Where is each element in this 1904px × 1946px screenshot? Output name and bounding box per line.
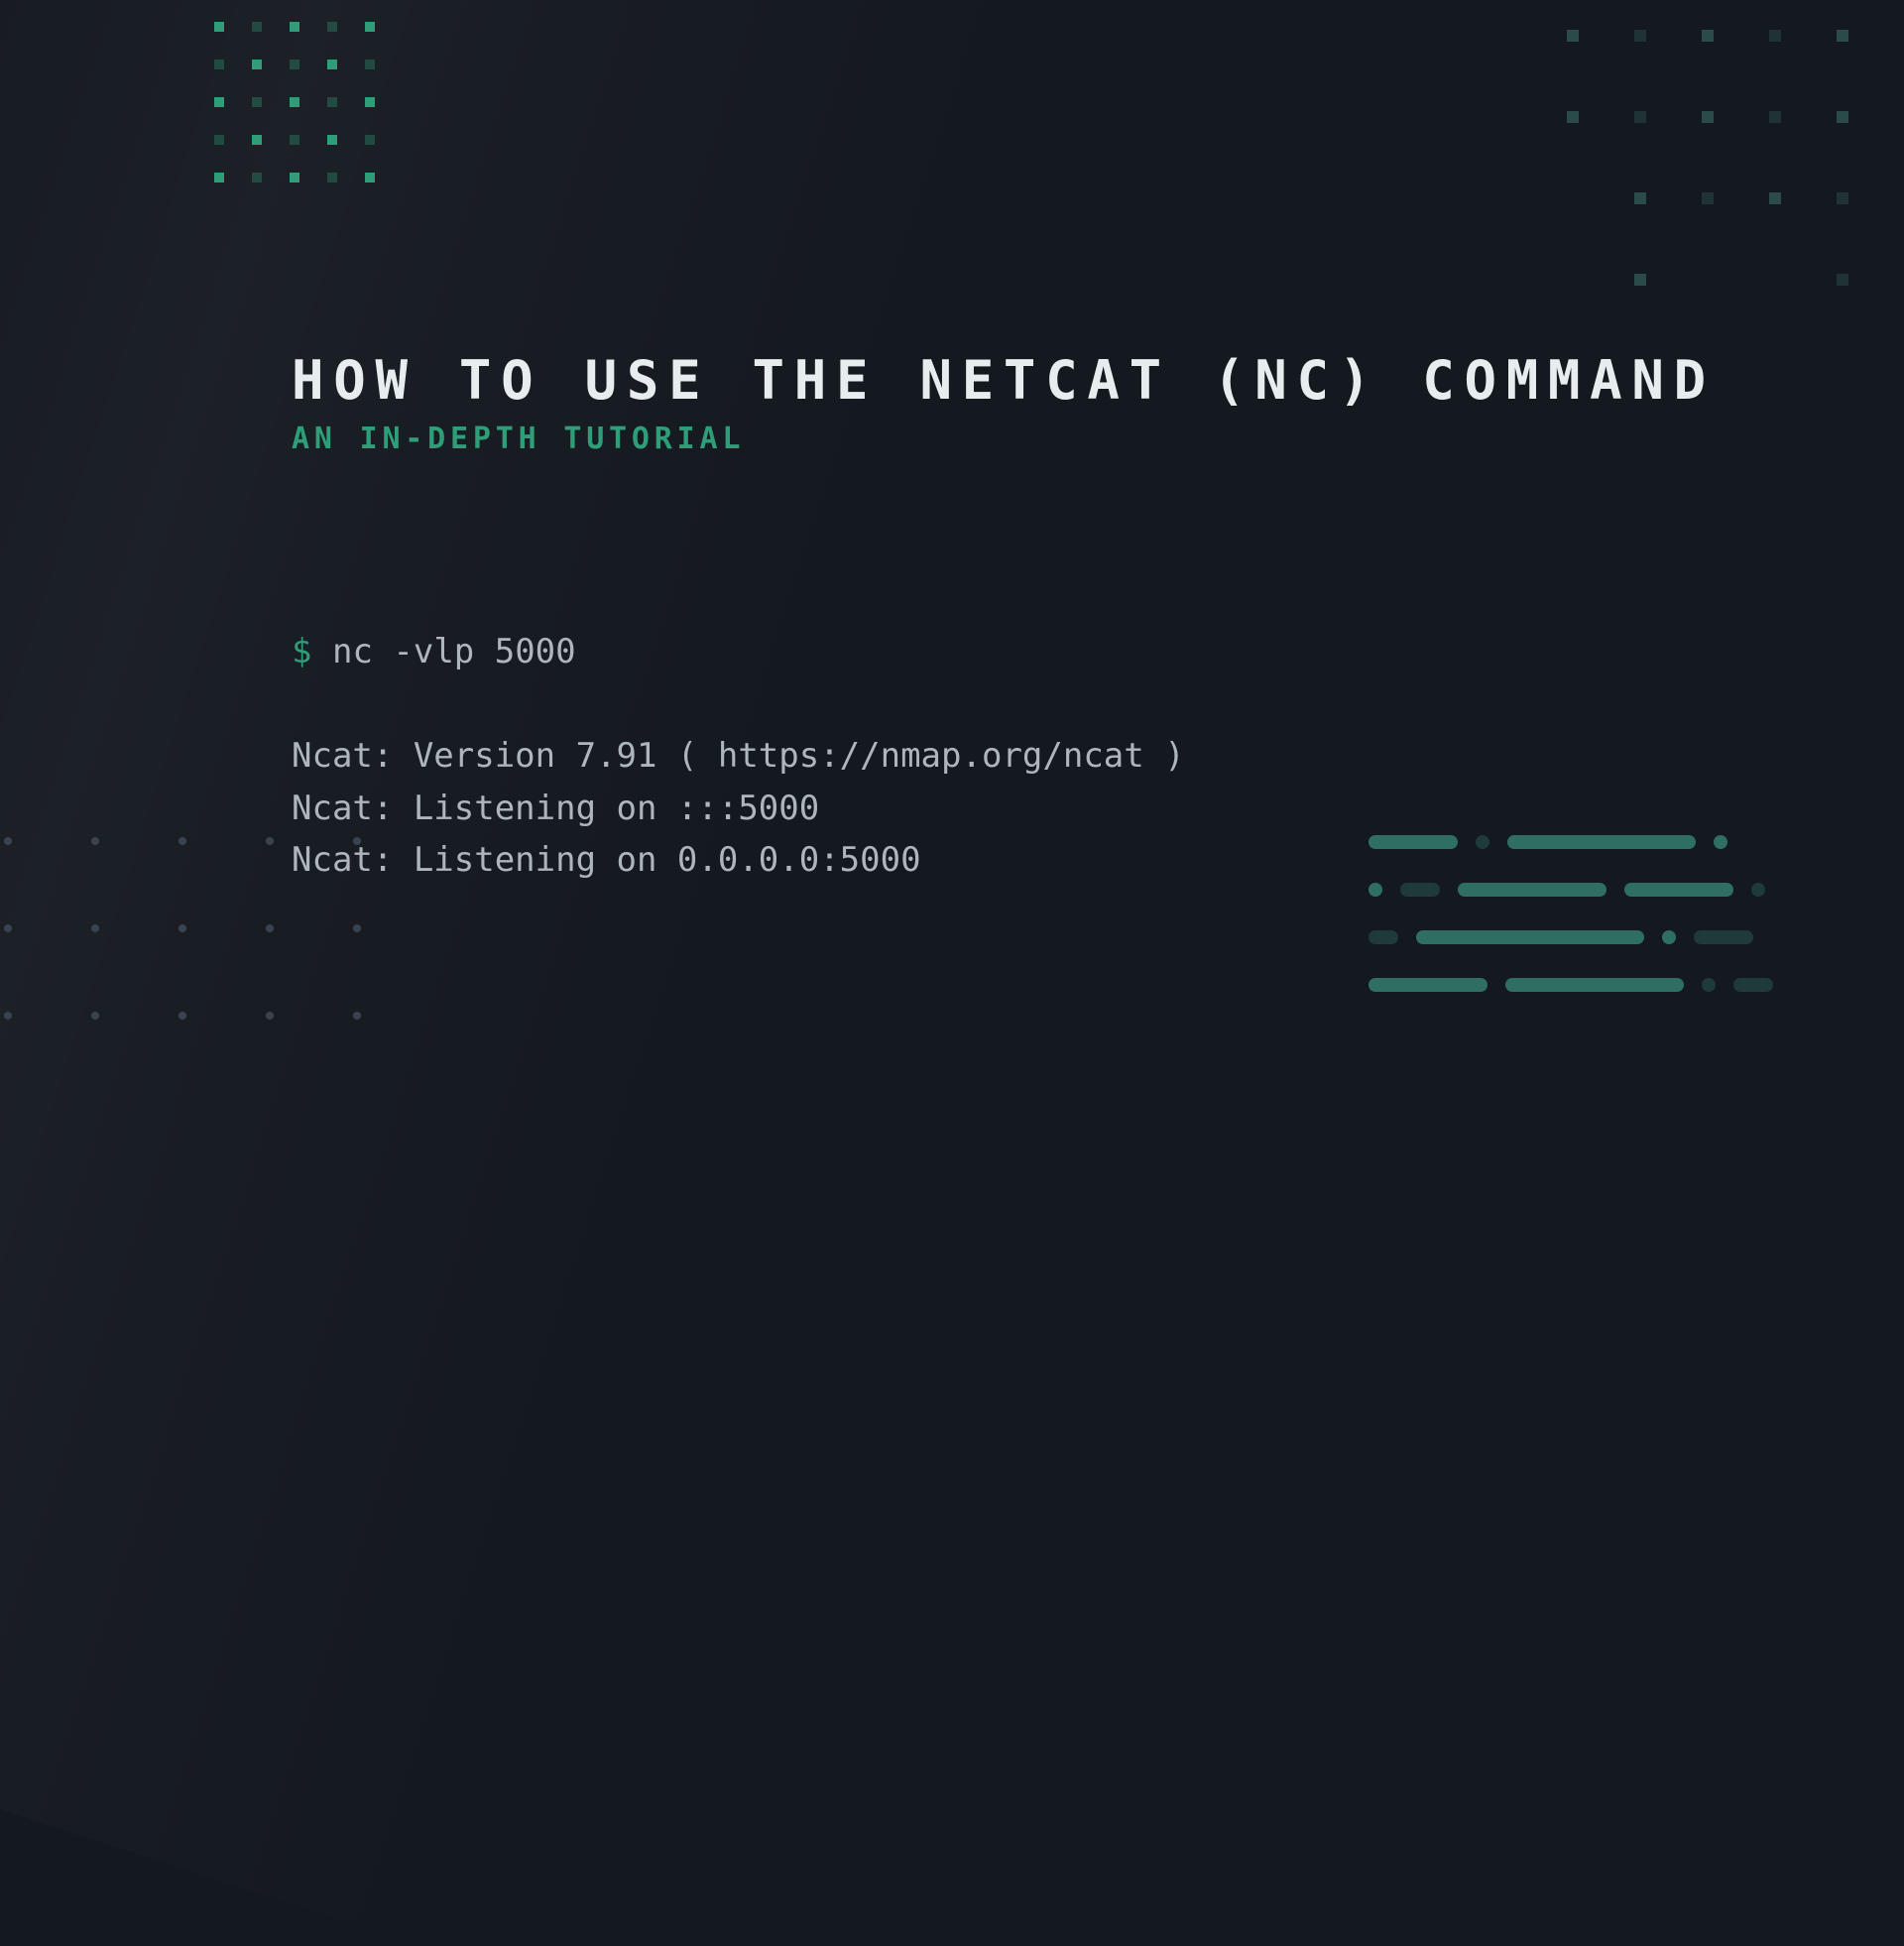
terminal-command: nc -vlp 5000	[332, 632, 576, 671]
decoration-dots-top-right	[1567, 30, 1848, 286]
decoration-dots-top-left	[214, 22, 375, 182]
diagonal-highlight	[0, 0, 1097, 1946]
prompt-symbol: $	[292, 632, 311, 671]
terminal-output-line: Ncat: Listening on :::5000	[292, 789, 819, 828]
page-title: HOW TO USE THE NETCAT (NC) COMMAND	[292, 349, 1785, 412]
terminal-output-line: Ncat: Version 7.91 ( https://nmap.org/nc…	[292, 736, 1185, 776]
page-subtitle: AN IN-DEPTH TUTORIAL	[292, 422, 1785, 456]
terminal-block: $ nc -vlp 5000 Ncat: Version 7.91 ( http…	[292, 573, 1785, 887]
terminal-output-line: Ncat: Listening on 0.0.0.0:5000	[292, 840, 921, 880]
hero-content: HOW TO USE THE NETCAT (NC) COMMAND AN IN…	[292, 349, 1785, 887]
